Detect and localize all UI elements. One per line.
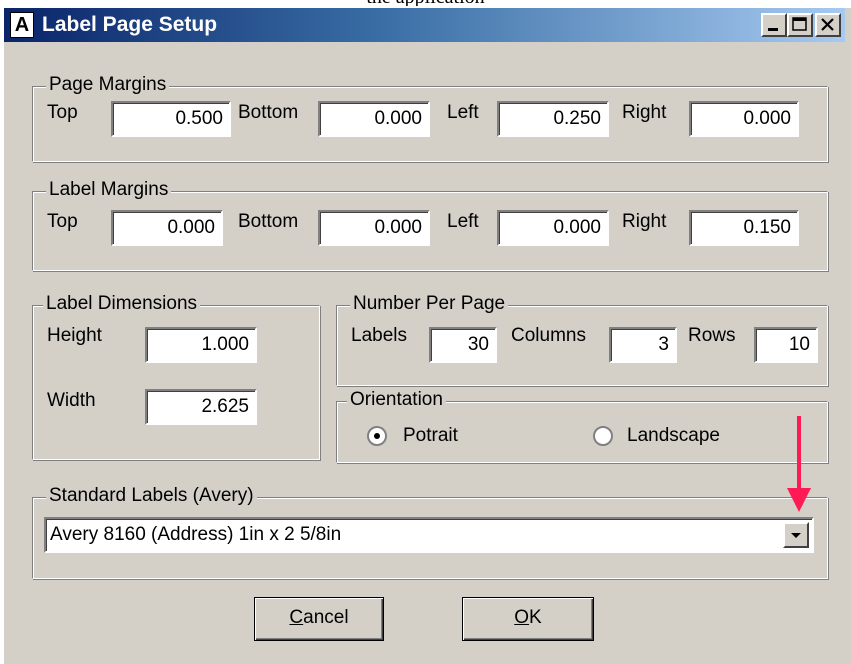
page-top-label: Top [47,102,78,123]
label-left-label: Left [447,211,479,232]
label-bottom-label: Bottom [238,211,299,232]
label-top-label: Top [47,211,78,232]
app-icon: A [10,12,34,38]
landscape-radio[interactable] [593,426,613,446]
width-field[interactable]: 2.625 [145,389,257,425]
rows-label: Rows [688,325,736,346]
label-dimensions-legend: Label Dimensions [43,294,201,314]
cancel-label: ancel [303,607,349,628]
label-bottom-field[interactable]: 0.000 [318,210,430,246]
height-field[interactable]: 1.000 [145,327,257,363]
title-bar[interactable]: A Label Page Setup [4,8,845,42]
chevron-down-icon [791,533,801,538]
rows-field[interactable]: 10 [754,327,818,363]
label-margins-legend: Label Margins [46,180,172,200]
window-title: Label Page Setup [42,13,218,36]
label-right-field[interactable]: 0.150 [689,210,799,246]
page-top-field[interactable]: 0.500 [111,101,231,137]
orientation-legend: Orientation [347,390,446,410]
minimize-icon [768,28,778,31]
page-margins-legend: Page Margins [46,75,170,95]
standard-labels-legend: Standard Labels (Avery) [46,486,257,506]
page-bottom-label: Bottom [238,102,299,123]
dropdown-selected-value: Avery 8160 (Address) 1in x 2 5/8in [50,524,342,545]
maximize-button[interactable] [787,13,813,37]
landscape-label[interactable]: Landscape [627,425,720,447]
standard-labels-dropdown[interactable]: Avery 8160 (Address) 1in x 2 5/8in [44,517,814,553]
page-right-field[interactable]: 0.000 [689,101,799,137]
close-icon [821,18,834,31]
label-top-field[interactable]: 0.000 [111,210,223,246]
width-label: Width [47,390,96,411]
cancel-button[interactable]: Cancel [254,597,384,641]
page-left-label: Left [447,102,479,123]
ok-label: K [529,607,542,628]
columns-field[interactable]: 3 [609,327,677,363]
dropdown-arrow-button[interactable] [783,522,809,548]
labels-count-label: Labels [351,325,407,346]
page-bottom-field[interactable]: 0.000 [318,101,430,137]
label-right-label: Right [622,211,667,232]
radio-selected-dot [374,433,380,439]
ok-accelerator: O [514,607,530,628]
page-left-field[interactable]: 0.250 [497,101,609,137]
number-per-page-legend: Number Per Page [350,294,509,314]
close-button[interactable] [815,13,841,37]
columns-label: Columns [511,325,586,346]
cancel-accelerator: C [289,607,304,628]
portrait-label[interactable]: Potrait [403,425,458,447]
maximize-icon [792,17,807,31]
height-label: Height [47,325,102,346]
portrait-radio[interactable] [367,426,387,446]
annotation-arrow-icon [787,416,811,512]
minimize-button[interactable] [761,13,787,37]
ok-button[interactable]: OK [462,597,594,641]
page-right-label: Right [622,102,667,123]
labels-count-field[interactable]: 30 [429,327,497,363]
label-left-field[interactable]: 0.000 [497,210,609,246]
